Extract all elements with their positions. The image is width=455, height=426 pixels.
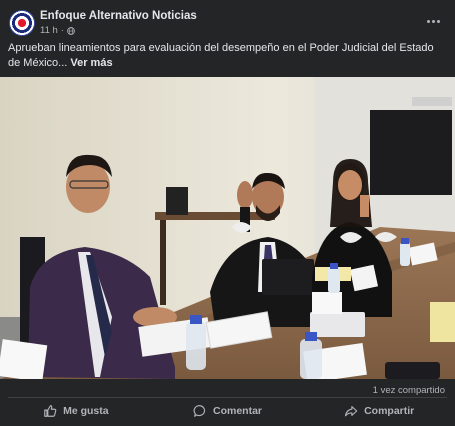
like-label: Me gusta	[63, 405, 109, 417]
share-button[interactable]: Compartir	[303, 398, 455, 424]
tv-screen	[370, 110, 452, 195]
post-photo[interactable]	[0, 77, 455, 379]
post-caption: Aprueban lineamientos para evaluación de…	[8, 41, 444, 71]
page-avatar[interactable]	[9, 10, 35, 36]
meta-separator: ·	[60, 25, 64, 36]
comment-bubble-icon	[193, 405, 206, 417]
comment-label: Comentar	[213, 405, 263, 417]
more-options-icon[interactable]	[421, 11, 445, 31]
share-label: Compartir	[364, 405, 415, 417]
post-meta: 11 h ·	[40, 25, 75, 36]
water-bottle	[186, 315, 206, 370]
comment-button[interactable]: Comentar	[152, 398, 304, 424]
share-arrow-icon	[345, 406, 358, 417]
post-time[interactable]: 11 h	[40, 25, 58, 36]
see-more-link[interactable]: Ver más	[70, 57, 112, 69]
post-card: Enfoque Alternativo Noticias 11 h · Apru…	[0, 0, 455, 426]
globe-icon	[67, 26, 75, 35]
share-count[interactable]: 1 vez compartido	[373, 385, 445, 396]
post-header: Enfoque Alternativo Noticias 11 h ·	[0, 0, 455, 40]
thumbs-up-icon	[44, 405, 57, 417]
page-name[interactable]: Enfoque Alternativo Noticias	[40, 10, 197, 22]
like-button[interactable]: Me gusta	[0, 398, 152, 424]
tablet	[262, 259, 314, 295]
photo-illustration	[0, 77, 455, 379]
post-actions: Me gusta Comentar Compartir	[0, 398, 455, 424]
